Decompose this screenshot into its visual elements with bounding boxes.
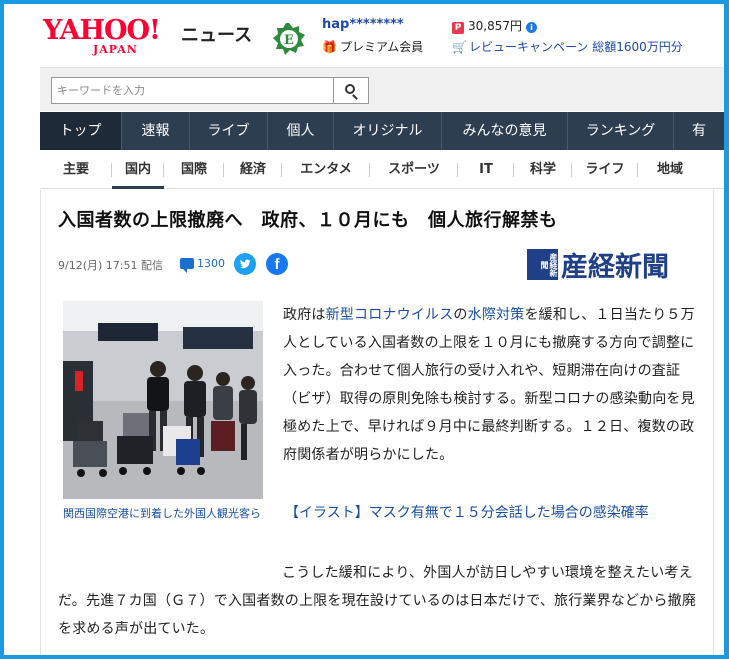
search-icon xyxy=(345,84,355,94)
related-article-link[interactable]: 【イラスト】マスク有無で１５分会話した場合の感染確率 xyxy=(285,502,649,522)
logo-sub-text: JAPAN xyxy=(93,43,138,56)
section-label[interactable]: ニュース xyxy=(181,21,252,47)
gift-icon: 🎁 xyxy=(322,40,337,54)
campaign-banner[interactable]: 🛒 レビューキャンペーン 総額1600万円分 xyxy=(452,38,683,55)
publisher-logo[interactable]: 産経新聞 産経新聞 xyxy=(527,247,669,283)
category-entertainment[interactable]: エンタメ xyxy=(282,151,370,189)
search-icon-handle xyxy=(352,94,358,100)
article: 入国者数の上限撤廃へ 政府、１０月にも 個人旅行解禁も 9/12(月) 17:5… xyxy=(40,190,714,655)
points-balance[interactable]: P 30,857円 i xyxy=(452,17,537,34)
membership-label: プレミアム会員 xyxy=(339,40,424,54)
tab-personal[interactable]: 個人 xyxy=(268,112,334,150)
body-text-segment: 政府は xyxy=(283,307,326,323)
points-value: 30,857円 xyxy=(468,19,522,33)
main-nav: トップ 速報 ライブ 個人 オリジナル みんなの意見 ランキング 有 xyxy=(40,112,724,150)
tab-more[interactable]: 有 xyxy=(674,112,724,150)
category-economy[interactable]: 経済 xyxy=(224,151,282,189)
publisher-seal: 産経新聞 xyxy=(527,248,558,280)
tab-original[interactable]: オリジナル xyxy=(334,112,442,150)
tab-ranking[interactable]: ランキング xyxy=(568,112,674,150)
category-nav: 主要 国内 国際 経済 エンタメ スポーツ IT 科学 ライフ 地域 xyxy=(40,151,724,189)
tab-opinions[interactable]: みんなの意見 xyxy=(442,112,568,150)
twitter-share-icon[interactable] xyxy=(234,253,256,275)
category-it[interactable]: IT xyxy=(458,151,514,189)
category-region[interactable]: 地域 xyxy=(638,151,702,189)
tab-live[interactable]: ライブ xyxy=(190,112,268,150)
comment-count[interactable]: 1300 xyxy=(197,257,225,270)
paypay-points-icon: P xyxy=(452,22,464,34)
article-paragraph-2: こうした緩和により、外国人が訪日しやすい環境を整えたい考えだ。先進７カ国（Ｇ７）… xyxy=(58,565,697,637)
body-text-segment: を緩和し、１日当たり５万人としている入国者数の上限を１０月にも撤廃する方向で調整… xyxy=(283,307,695,463)
tab-top[interactable]: トップ xyxy=(40,112,122,150)
category-domestic[interactable]: 国内 xyxy=(112,151,164,189)
search-bar: キーワードを入力 xyxy=(40,67,724,111)
article-datetime: 9/12(月) 17:51 配信 xyxy=(58,259,163,272)
premium-membership[interactable]: 🎁 プレミアム会員 xyxy=(322,38,423,55)
campaign-extra: 総額1600万円分 xyxy=(592,40,683,54)
publisher-name: 産経新聞 xyxy=(561,251,669,283)
tab-breaking[interactable]: 速報 xyxy=(122,112,190,150)
avatar[interactable]: E xyxy=(272,22,306,56)
body-text-segment: の xyxy=(453,307,468,323)
article-photo[interactable] xyxy=(63,301,263,499)
search-input[interactable]: キーワードを入力 xyxy=(51,77,334,104)
username[interactable]: hap******** xyxy=(322,17,404,32)
campaign-label: レビューキャンペーン xyxy=(468,40,589,54)
keyword-link-coronavirus[interactable]: 新型コロナウイルス xyxy=(326,307,454,323)
category-life[interactable]: ライフ xyxy=(572,151,638,189)
facebook-share-icon[interactable]: f xyxy=(266,253,288,275)
cart-icon: 🛒 xyxy=(452,40,467,54)
category-science[interactable]: 科学 xyxy=(514,151,572,189)
logo-text: YAHOO! xyxy=(43,15,161,46)
category-main[interactable]: 主要 xyxy=(40,151,112,189)
search-button[interactable] xyxy=(334,77,369,104)
photo-caption[interactable]: 関西国際空港に到着した外国人観光客ら xyxy=(63,506,263,521)
browser-frame: YAHOO! JAPAN ニュース E hap******** 🎁 プレミアム会員… xyxy=(0,0,729,659)
category-international[interactable]: 国際 xyxy=(164,151,224,189)
category-sports[interactable]: スポーツ xyxy=(370,151,458,189)
comment-icon[interactable] xyxy=(180,258,194,273)
info-icon[interactable]: i xyxy=(526,22,537,33)
site-header: YAHOO! JAPAN ニュース E hap******** 🎁 プレミアム会員… xyxy=(40,12,724,64)
yahoo-japan-logo[interactable]: YAHOO! JAPAN xyxy=(43,16,178,60)
article-paragraph-1: 政府は新型コロナウイルスの水際対策を緩和し、１日当たり５万人としている入国者数の… xyxy=(283,301,699,469)
svg-text:E: E xyxy=(284,33,294,48)
keyword-link-border-measures[interactable]: 水際対策 xyxy=(468,307,525,323)
article-title: 入国者数の上限撤廃へ 政府、１０月にも 個人旅行解禁も xyxy=(58,210,558,231)
